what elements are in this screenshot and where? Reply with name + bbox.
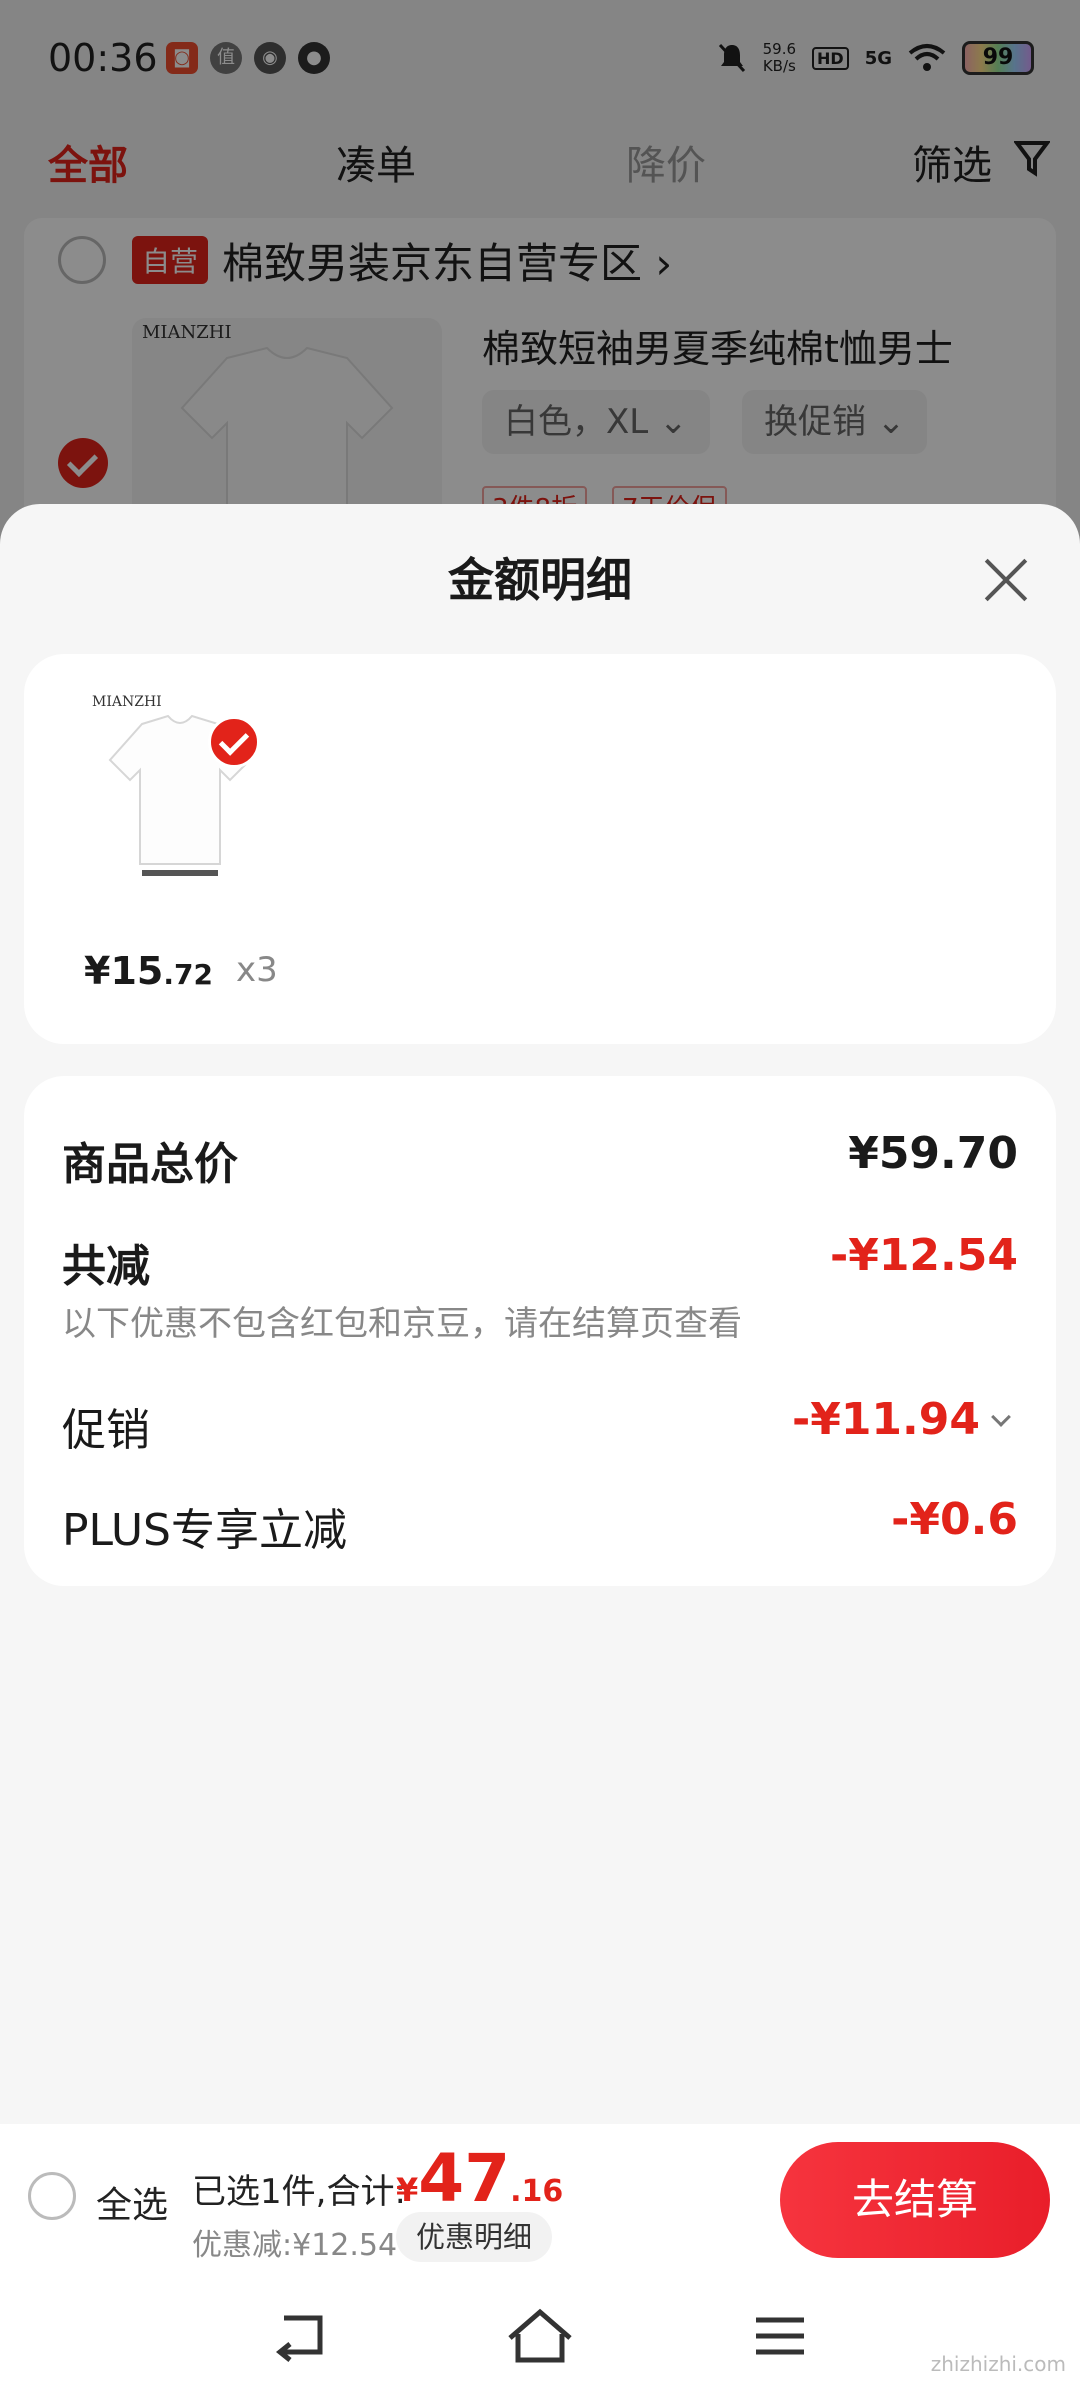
total-reduce-value: -¥12.54 [829,1230,1018,1281]
sheet-title: 金额明细 [448,553,632,607]
item-checked-icon[interactable] [208,716,260,768]
reduce-note: 以下优惠不包含红包和京豆，请在结算页查看 [62,1304,742,1344]
promo-row[interactable]: -¥11.94 [791,1394,1011,1445]
select-all-label[interactable]: 全选 [96,2176,168,2228]
goods-total-value: ¥59.70 [848,1128,1018,1179]
checkout-button[interactable]: 去结算 [780,2142,1050,2258]
system-nav-bar [0,2274,1080,2400]
item-quantity: x3 [236,950,278,990]
selected-items-card: MIANZHI ¥15.72 x3 [24,654,1056,1044]
discount-text: 优惠减:¥12.54 [192,2228,398,2263]
plus-discount-value: -¥0.6 [891,1494,1018,1545]
promo-label: 促销 [62,1405,150,1456]
menu-icon[interactable] [740,2304,820,2368]
back-icon[interactable] [262,2304,342,2368]
close-icon[interactable] [976,550,1036,610]
home-icon[interactable] [500,2304,580,2368]
plus-discount-label: PLUS专享立减 [62,1505,347,1556]
total-reduce-label: 共减 [62,1241,150,1292]
price-summary-card: 商品总价 ¥59.70 共减 -¥12.54 以下优惠不包含红包和京豆，请在结算… [24,1076,1056,1586]
chevron-down-icon [991,1407,1011,1427]
discount-detail-button[interactable]: 优惠明细 [396,2212,553,2262]
watermark: zhizhizhi.com [930,2352,1066,2376]
total-price: ¥47.16 [396,2140,564,2217]
select-all-radio[interactable] [28,2172,76,2220]
goods-total-label: 商品总价 [62,1139,238,1190]
item-price: ¥15.72 [84,949,213,993]
selected-count-text: 已选1件,合计: [192,2172,406,2212]
promo-value: -¥11.94 [791,1394,980,1445]
checkout-bar: 全选 已选1件,合计: ¥47.16 优惠减:¥12.54 优惠明细 去结算 [0,2124,1080,2274]
amount-detail-sheet: 金额明细 MIANZHI ¥15.72 x3 商品总价 ¥59.70 共减 -¥… [0,504,1080,2400]
